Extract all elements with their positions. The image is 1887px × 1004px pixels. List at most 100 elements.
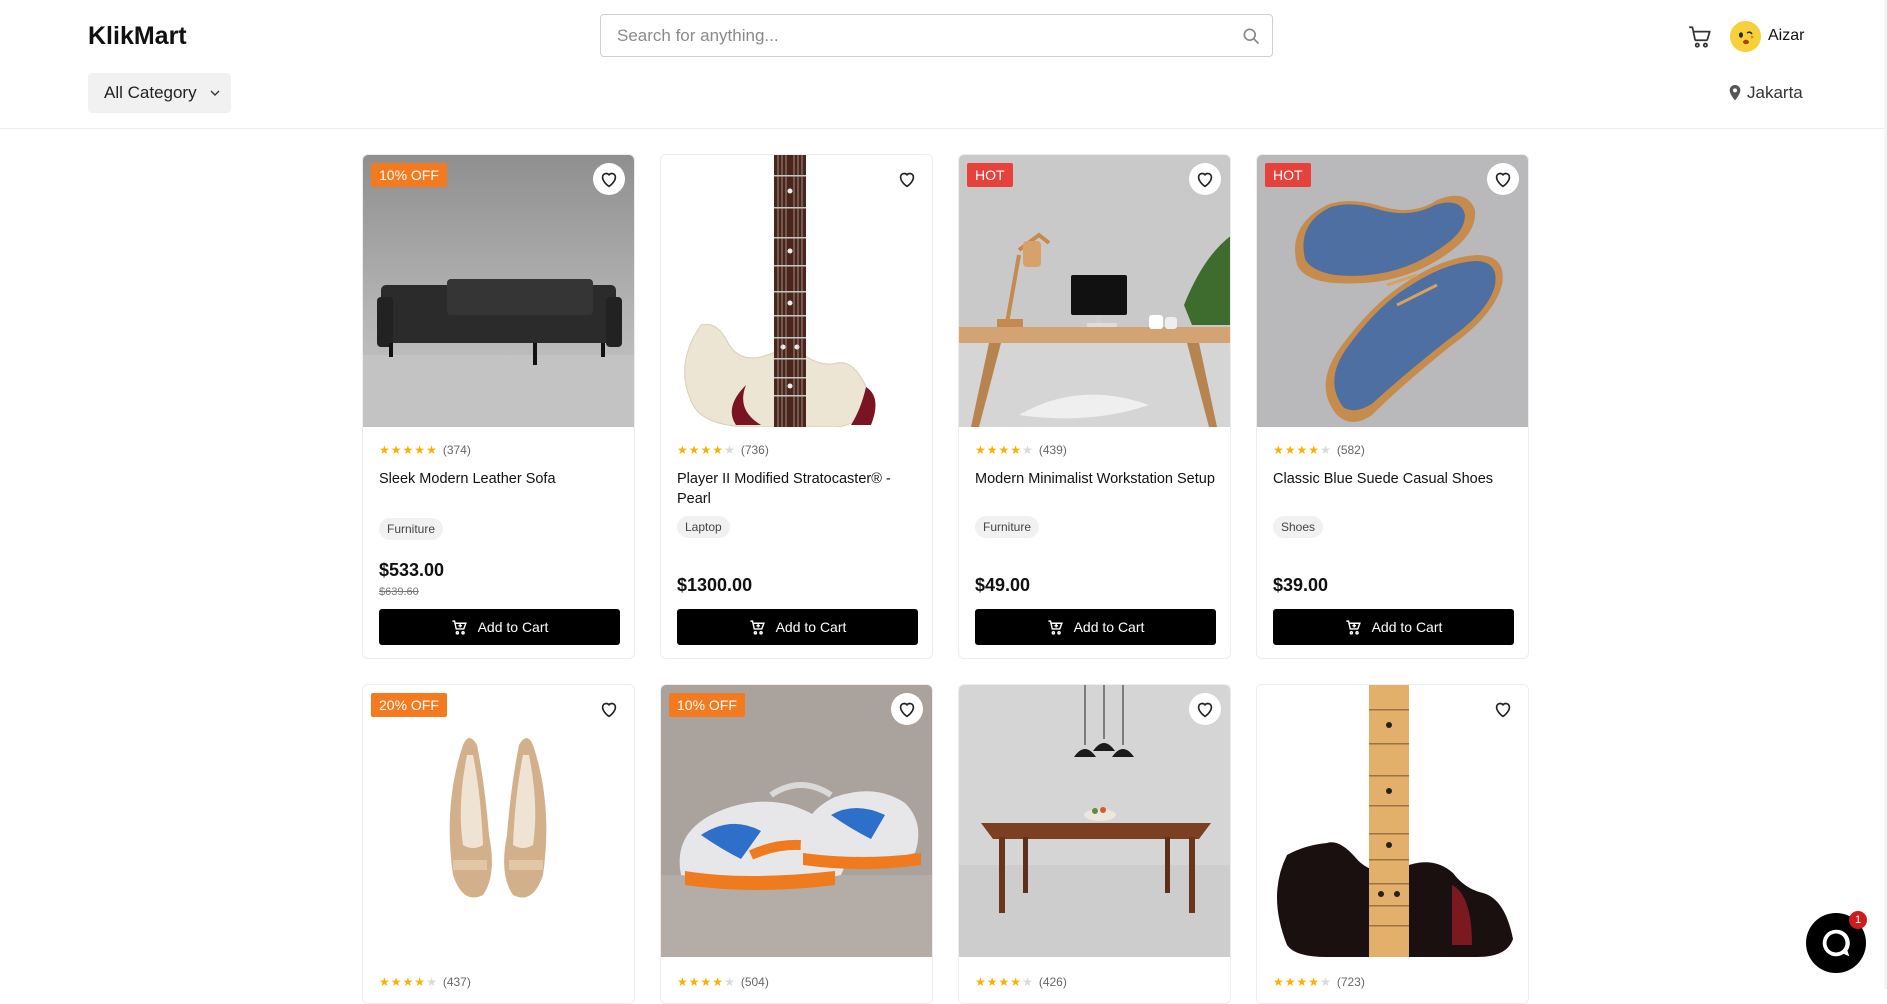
heart-icon <box>1495 172 1511 188</box>
product-price: $533.00 <box>379 560 445 580</box>
favorite-button[interactable] <box>593 693 625 725</box>
rating: ★ ★ ★ ★ ★ (374) <box>379 443 471 457</box>
search-icon[interactable] <box>1241 26 1261 46</box>
chat-unread-badge: 1 <box>1849 911 1867 929</box>
heart-icon <box>899 172 915 188</box>
review-count: (437) <box>442 975 471 989</box>
product-card[interactable]: ★ ★ ★ ★ ★ (426) <box>958 684 1231 1004</box>
star-rating-icon: ★ ★ ★ ★ ★ <box>379 975 437 989</box>
star-rating-icon: ★ ★ ★ ★ ★ <box>1273 975 1331 989</box>
product-price: $1300.00 <box>677 575 753 595</box>
review-count: (504) <box>740 975 769 989</box>
product-card[interactable]: 20% OFF ★ ★ ★ ★ ★ (437) <box>362 684 635 1004</box>
add-to-cart-label: Add to Cart <box>1371 619 1443 635</box>
favorite-button[interactable] <box>1189 693 1221 725</box>
product-image-heels[interactable] <box>363 685 634 957</box>
discount-badge: 10% OFF <box>371 163 447 187</box>
product-card[interactable]: HOT ★ ★ ★ ★ ★ (582) Classic Blue Suede Casua… <box>1256 154 1529 659</box>
review-count: (426) <box>1038 975 1067 989</box>
location-pin-icon <box>1729 85 1741 101</box>
favorite-button[interactable] <box>1189 163 1221 195</box>
favorite-button[interactable] <box>891 163 923 195</box>
cart-plus-icon <box>749 619 765 635</box>
chat-bubble-icon <box>1822 929 1850 957</box>
shopping-cart-icon[interactable] <box>1687 24 1713 50</box>
product-title[interactable]: Modern Minimalist Workstation Setup <box>975 469 1220 489</box>
category-tag: Furniture <box>975 516 1040 538</box>
heart-icon <box>1197 702 1213 718</box>
original-price: $639.60 <box>379 586 419 598</box>
hot-badge: HOT <box>967 163 1013 187</box>
review-count: (374) <box>442 443 471 457</box>
product-image-guitar-pearl[interactable] <box>661 155 932 427</box>
avatar[interactable] <box>1730 21 1761 52</box>
location-label: Jakarta <box>1747 83 1803 102</box>
product-image-dining-table[interactable] <box>959 685 1230 957</box>
rating: ★ ★ ★ ★ ★ (736) <box>677 443 769 457</box>
star-rating-icon: ★ ★ ★ ★ ★ <box>677 443 735 457</box>
heart-icon <box>601 172 617 188</box>
star-rating-icon: ★ ★ ★ ★ ★ <box>379 443 437 457</box>
product-card[interactable]: ★ ★ ★ ★ ★ (736) Player II Modified Stratocas… <box>660 154 933 659</box>
category-dropdown[interactable]: All Category <box>88 73 231 113</box>
favorite-button[interactable] <box>891 693 923 725</box>
product-image-guitar-sunburst[interactable] <box>1257 685 1528 957</box>
rating: ★ ★ ★ ★ ★ (582) <box>1273 443 1365 457</box>
add-to-cart-label: Add to Cart <box>1073 619 1145 635</box>
heart-icon <box>899 702 915 718</box>
rating: ★ ★ ★ ★ ★ (439) <box>975 443 1067 457</box>
discount-badge: 20% OFF <box>371 693 447 717</box>
review-count: (439) <box>1038 443 1067 457</box>
brand-logo[interactable]: KlikMart <box>88 22 187 51</box>
search-bar[interactable] <box>600 14 1273 57</box>
add-to-cart-label: Add to Cart <box>775 619 847 635</box>
product-card[interactable]: 10% OFF ★ ★ ★ ★ ★ (374) Sleek Modern Leather… <box>362 154 635 659</box>
add-to-cart-button[interactable]: Add to Cart <box>379 609 620 645</box>
product-title[interactable]: Classic Blue Suede Casual Shoes <box>1273 469 1518 489</box>
chevron-down-icon <box>210 90 220 96</box>
add-to-cart-button[interactable]: Add to Cart <box>1273 609 1514 645</box>
rating: ★ ★ ★ ★ ★ (437) <box>379 975 471 989</box>
review-count: (723) <box>1336 975 1365 989</box>
add-to-cart-label: Add to Cart <box>477 619 549 635</box>
star-rating-icon: ★ ★ ★ ★ ★ <box>677 975 735 989</box>
user-name[interactable]: Aizar <box>1768 27 1804 45</box>
location-selector[interactable]: Jakarta <box>1727 83 1803 103</box>
add-to-cart-button[interactable]: Add to Cart <box>677 609 918 645</box>
review-count: (582) <box>1336 443 1365 457</box>
category-label: All Category <box>104 83 197 102</box>
discount-badge: 10% OFF <box>669 693 745 717</box>
star-rating-icon: ★ ★ ★ ★ ★ <box>1273 443 1331 457</box>
product-price: $39.00 <box>1273 575 1329 595</box>
favorite-button[interactable] <box>1487 693 1519 725</box>
product-card[interactable]: 10% OFF ★ ★ ★ ★ ★ (504) <box>660 684 933 1004</box>
cart-plus-icon <box>1047 619 1063 635</box>
heart-icon <box>601 702 617 718</box>
top-header: KlikMart Aizar All Category Jakarta <box>0 0 1887 129</box>
heart-icon <box>1495 702 1511 718</box>
product-card[interactable]: HOT ★ ★ ★ ★ ★ (439) Modern Minimalist Workst… <box>958 154 1231 659</box>
category-tag: Laptop <box>677 516 730 538</box>
product-image-sneakers[interactable] <box>661 685 932 957</box>
star-rating-icon: ★ ★ ★ ★ ★ <box>975 975 1033 989</box>
product-title[interactable]: Player II Modified Stratocaster® - Pearl <box>677 469 922 509</box>
review-count: (736) <box>740 443 769 457</box>
favorite-button[interactable] <box>1487 163 1519 195</box>
heart-icon <box>1197 172 1213 188</box>
hot-badge: HOT <box>1265 163 1311 187</box>
add-to-cart-button[interactable]: Add to Cart <box>975 609 1216 645</box>
product-image-workstation[interactable] <box>959 155 1230 427</box>
rating: ★ ★ ★ ★ ★ (723) <box>1273 975 1365 989</box>
star-rating-icon: ★ ★ ★ ★ ★ <box>975 443 1033 457</box>
rating: ★ ★ ★ ★ ★ (504) <box>677 975 769 989</box>
category-tag: Shoes <box>1273 516 1324 538</box>
product-card[interactable]: ★ ★ ★ ★ ★ (723) <box>1256 684 1529 1004</box>
favorite-button[interactable] <box>593 163 625 195</box>
product-image-sofa[interactable] <box>363 155 634 427</box>
product-price: $49.00 <box>975 575 1031 595</box>
search-input[interactable] <box>617 15 1217 56</box>
category-tag: Furniture <box>379 518 444 540</box>
product-image-suede-shoes[interactable] <box>1257 155 1528 427</box>
cart-plus-icon <box>1345 619 1361 635</box>
product-title[interactable]: Sleek Modern Leather Sofa <box>379 469 624 489</box>
